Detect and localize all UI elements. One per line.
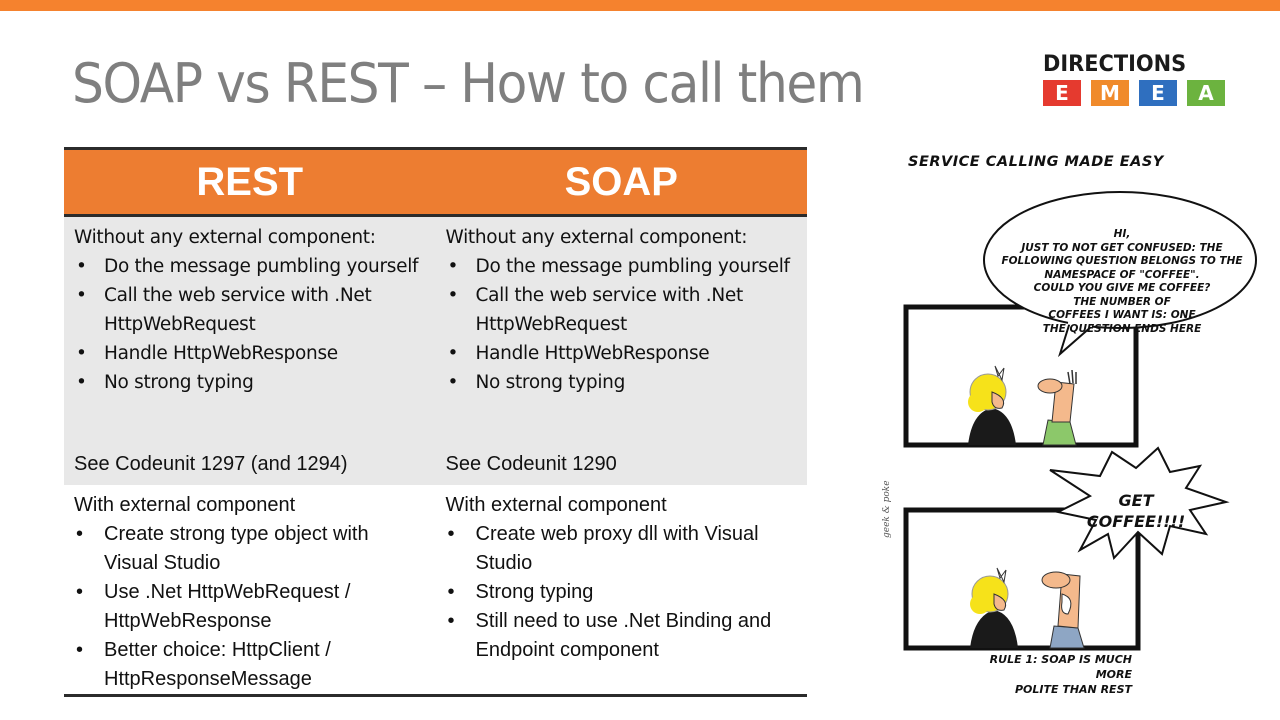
speech-bubble-1-text: HI, JUST TO NOT GET CONFUSED: THE FOLLOWIN…	[988, 228, 1256, 336]
text-line: THE QUESTION ENDS HERE	[1042, 322, 1202, 335]
text-line: HI,	[1113, 228, 1131, 240]
bullet-item: Call the web service with .Net HttpWebRe…	[446, 281, 798, 339]
slide-title: SOAP vs REST – How to call them	[72, 52, 865, 115]
bullet-list: Do the message pumbling yourselfCall the…	[74, 252, 426, 397]
comparison-table: REST SOAP Without any external component…	[64, 147, 807, 697]
text-line: COULD YOU GIVE ME COFFEE?	[1033, 282, 1211, 294]
codeunit-reference: See Codeunit 1297 (and 1294)	[74, 453, 348, 475]
bullet-list: Do the message pumbling yourselfCall the…	[446, 252, 798, 397]
bullet-item: Handle HttpWebResponse	[74, 339, 426, 368]
column-heading-soap: SOAP	[564, 159, 678, 204]
text-line: JUST TO NOT GET CONFUSED: THE	[1021, 241, 1223, 254]
table-row-without-component: Without any external component: Do the m…	[64, 217, 807, 485]
text-line: NAMESPACE OF "COFFEE".	[1044, 268, 1200, 281]
cell-intro: With external component	[74, 494, 296, 516]
comic-strip: SERVICE CALLING MADE EASY HI, JUST TO NO…	[880, 140, 1280, 700]
rest-without-cell: Without any external component: Do the m…	[64, 217, 436, 485]
logo-tiles: E M E A	[1043, 80, 1229, 106]
bullet-item: Do the message pumbling yourself	[446, 252, 798, 281]
soap-with-cell: With external component Create web proxy…	[436, 485, 808, 694]
text-line: GET	[1118, 491, 1154, 510]
text-line: COFFEE!!!!	[1086, 512, 1186, 531]
logo-tile: A	[1187, 80, 1225, 106]
text-line: POLITE THAN REST	[1014, 683, 1132, 696]
comic-credit: geek & poke	[882, 480, 892, 538]
text-line: COFFEES I WANT IS: ONE	[1048, 309, 1196, 321]
codeunit-reference: See Codeunit 1290	[445, 453, 617, 475]
cell-intro: With external component	[445, 494, 667, 516]
bullet-item: No strong typing	[74, 368, 426, 397]
logo-tile: M	[1091, 80, 1129, 106]
bullet-list: Create web proxy dll with Visual StudioS…	[446, 520, 798, 665]
bullet-item: Strong typing	[446, 578, 798, 607]
bullet-list: Create strong type object with Visual St…	[74, 520, 426, 694]
bullet-item: Call the web service with .Net HttpWebRe…	[74, 281, 426, 339]
text-line: FOLLOWING QUESTION BELONGS TO THE	[1001, 255, 1243, 267]
bullet-item: Create strong type object with Visual St…	[74, 520, 426, 578]
bullet-item: Create web proxy dll with Visual Studio	[446, 520, 798, 578]
text-line: RULE 1: SOAP IS MUCH MORE	[989, 653, 1132, 681]
bullet-item: Use .Net HttpWebRequest / HttpWebRespons…	[74, 578, 426, 636]
cell-intro: Without any external component:	[74, 227, 376, 248]
table-row-with-component: With external component Create strong ty…	[64, 485, 807, 697]
directions-emea-logo: DIRECTIONS E M E A	[1043, 54, 1229, 106]
column-heading-rest: REST	[196, 159, 304, 204]
comic-artwork	[903, 191, 1257, 651]
comic-caption: RULE 1: SOAP IS MUCH MORE POLITE THAN RES…	[950, 652, 1132, 697]
table-header-row: REST SOAP	[64, 147, 807, 217]
shout-bubble-text: GET COFFEE!!!!	[1076, 490, 1196, 532]
logo-tile: E	[1139, 80, 1177, 106]
logo-word: DIRECTIONS	[1043, 52, 1187, 77]
bullet-item: No strong typing	[446, 368, 798, 397]
cell-intro: Without any external component:	[445, 227, 748, 248]
bullet-item: Handle HttpWebResponse	[446, 339, 798, 368]
bullet-item: Do the message pumbling yourself	[74, 252, 426, 281]
logo-tile: E	[1043, 80, 1081, 106]
top-accent-bar	[0, 0, 1280, 11]
bullet-item: Better choice: HttpClient / HttpResponse…	[74, 636, 426, 694]
rest-with-cell: With external component Create strong ty…	[64, 485, 436, 694]
text-line: THE NUMBER OF	[1073, 295, 1171, 308]
bullet-item: Still need to use .Net Binding and Endpo…	[446, 607, 798, 665]
soap-without-cell: Without any external component: Do the m…	[436, 217, 808, 485]
